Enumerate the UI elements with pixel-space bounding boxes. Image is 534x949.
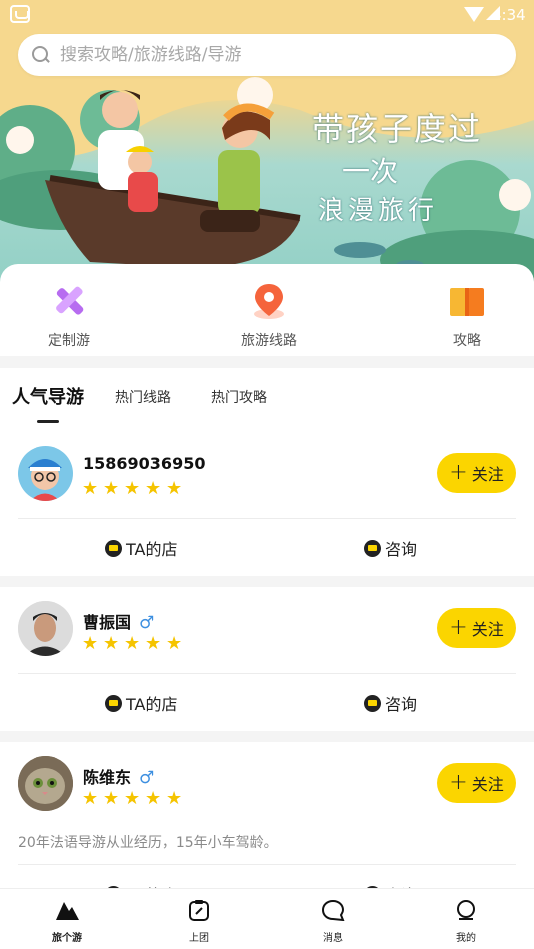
follow-button[interactable]: + 关注 [437, 763, 516, 803]
plus-icon: + [449, 615, 468, 640]
nav-label: 消息 [323, 933, 343, 944]
star-icon: ★ [82, 788, 99, 809]
guide-card[interactable]: 15869036950 ★ ★ ★ ★ ★ + 关注 TA的店 咨询 [0, 432, 534, 576]
chat-icon [364, 694, 381, 712]
star-icon: ★ [166, 788, 183, 809]
search-input[interactable] [60, 45, 480, 65]
guide-book-icon [448, 282, 486, 320]
shop-icon [105, 694, 122, 712]
male-icon: ♂ [139, 768, 155, 788]
tab-hot-routes[interactable]: 热门线路 [115, 387, 171, 407]
consult-label: 咨询 [385, 540, 418, 559]
star-icon: ★ [103, 478, 120, 499]
shop-link[interactable]: TA的店 [105, 691, 177, 715]
star-icon: ★ [166, 478, 183, 499]
guide-name: 陈维东 ♂ [83, 764, 154, 788]
star-icon: ★ [145, 478, 162, 499]
quick-nav-routes[interactable]: 旅游线路 [224, 282, 314, 350]
male-icon: ♂ [139, 613, 155, 633]
guide-card[interactable]: 陈维东♂ ★★★★★ +关注 20年法语导游从业经历，15年小车驾龄。 TA的店… [0, 742, 534, 905]
shop-label: TA的店 [126, 540, 178, 559]
follow-label: 关注 [471, 775, 504, 794]
bottom-nav: 旅个游 上团 消息 我的 [0, 889, 534, 949]
quick-nav-label: 定制游 [48, 333, 90, 349]
star-icon: ★ [124, 633, 141, 654]
tab-hot-guides[interactable]: 热门攻略 [211, 387, 267, 407]
shop-label: TA的店 [126, 695, 178, 714]
consult-link[interactable]: 咨询 [364, 536, 417, 560]
status-bar: 4:34 [0, 0, 534, 30]
follow-label: 关注 [471, 620, 504, 639]
guide-name-text: 陈维东 [83, 768, 132, 787]
banner-title-line3: 浪漫旅行 [318, 196, 439, 226]
quick-nav-label: 旅游线路 [241, 333, 297, 349]
search-icon [32, 46, 50, 64]
plus-icon: + [449, 770, 468, 795]
follow-button[interactable]: + 关注 [437, 608, 516, 648]
mountain-icon [56, 902, 79, 920]
banner-title: 带孩子度过 一次 浪漫旅行 [312, 104, 517, 227]
consult-label: 咨询 [385, 695, 418, 714]
quick-nav-guides[interactable]: 攻略 [422, 282, 512, 350]
avatar[interactable] [18, 601, 73, 656]
avatar[interactable] [18, 756, 73, 811]
follow-button[interactable]: + 关注 [437, 453, 516, 493]
shop-icon [105, 539, 122, 557]
banner-title-line1: 带孩子度过 [312, 110, 483, 148]
follow-label: 关注 [471, 465, 504, 484]
avatar[interactable] [18, 446, 73, 501]
status-time: 4:34 [492, 6, 526, 24]
nav-messages[interactable]: 消息 [298, 899, 368, 944]
guide-name: 15869036950 [83, 454, 205, 473]
quick-nav-custom-tour[interactable]: 定制游 [24, 282, 114, 350]
wifi-icon [464, 7, 484, 22]
consult-link[interactable]: 咨询 [364, 691, 417, 715]
app-screen: 带孩子度过 一次 浪漫旅行 4:34 定制游 旅游线路 [0, 0, 534, 949]
guide-card[interactable]: 曹振国 ♂ ★ ★ ★ ★ ★ + 关注 TA的店 咨询 [0, 587, 534, 731]
nav-profile[interactable]: 我的 [431, 899, 501, 944]
nav-label: 旅个游 [52, 933, 82, 944]
tab-popular-guides[interactable]: 人气导游 [12, 383, 84, 409]
clipboard-icon [189, 900, 209, 921]
rating-stars: ★ ★ ★ ★ ★ [82, 478, 183, 499]
star-icon: ★ [145, 788, 162, 809]
guide-name-text: 15869036950 [83, 454, 206, 473]
star-icon: ★ [166, 633, 183, 654]
profile-icon [457, 900, 475, 920]
custom-tour-icon [50, 282, 88, 320]
banner-title-line2: 一次 [342, 155, 399, 188]
nav-label: 上团 [189, 933, 209, 944]
nav-tour[interactable]: 旅个游 [32, 899, 102, 944]
app-notification-icon [10, 5, 30, 23]
star-icon: ★ [124, 788, 141, 809]
star-icon: ★ [103, 788, 120, 809]
chat-icon [364, 539, 381, 557]
quick-nav-label: 攻略 [453, 333, 481, 349]
divider [18, 864, 516, 865]
divider [18, 673, 516, 674]
guide-description: 20年法语导游从业经历，15年小车驾龄。 [18, 835, 278, 851]
shop-link[interactable]: TA的店 [105, 536, 177, 560]
rating-stars: ★ ★ ★ ★ ★ [82, 788, 183, 809]
star-icon: ★ [82, 633, 99, 654]
nav-group[interactable]: 上团 [164, 899, 234, 944]
divider [18, 518, 516, 519]
content-tabs: 人气导游 热门线路 热门攻略 [0, 368, 534, 432]
route-pin-icon [250, 282, 288, 320]
active-tab-indicator [37, 420, 59, 423]
rating-stars: ★ ★ ★ ★ ★ [82, 633, 183, 654]
nav-label: 我的 [456, 933, 476, 944]
quick-nav: 定制游 旅游线路 攻略 [0, 264, 534, 356]
plus-icon: + [449, 460, 468, 485]
chat-bubble-icon [321, 899, 345, 922]
star-icon: ★ [82, 478, 99, 499]
star-icon: ★ [103, 633, 120, 654]
star-icon: ★ [145, 633, 162, 654]
search-bar[interactable] [18, 34, 516, 76]
star-icon: ★ [124, 478, 141, 499]
guide-name-text: 曹振国 [83, 613, 132, 632]
guide-name: 曹振国 ♂ [83, 609, 154, 633]
